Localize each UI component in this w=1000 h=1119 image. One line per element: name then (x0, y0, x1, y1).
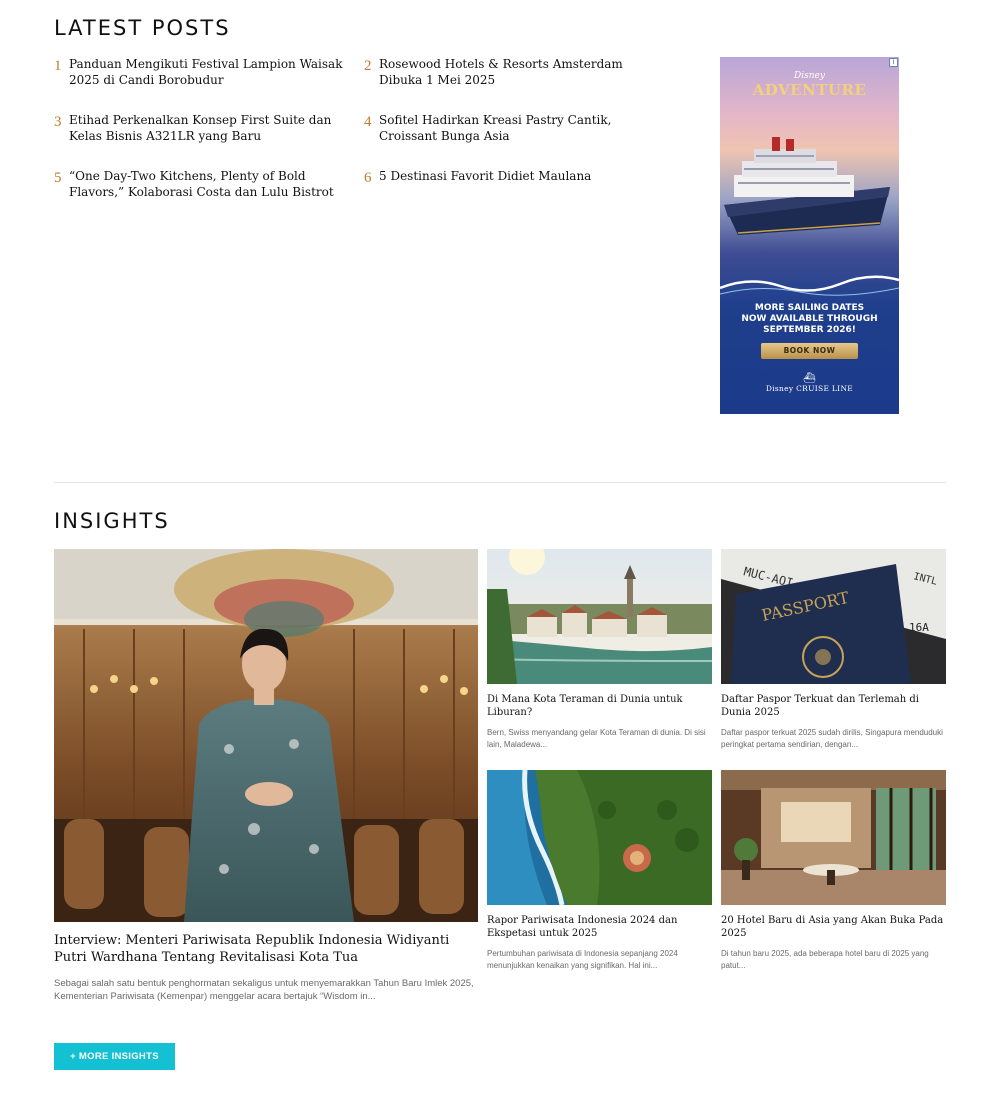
post-title-link[interactable]: 5 Destinasi Favorit Didiet Maulana (379, 169, 591, 183)
latest-post-item[interactable]: 3 Etihad Perkenalkan Konsep First Suite … (54, 112, 354, 144)
card-title[interactable]: Di Mana Kota Teraman di Dunia untuk Libu… (487, 693, 712, 719)
ship-logo-icon: ⛴ (803, 373, 816, 384)
post-title-link[interactable]: Sofitel Hadirkan Kreasi Pastry Cantik, C… (379, 113, 611, 143)
ad-headline: MORE SAILING DATES NOW AVAILABLE THROUGH… (720, 303, 899, 336)
latest-post-item[interactable]: 5 “One Day-Two Kitchens, Plenty of Bold … (54, 168, 354, 200)
post-number: 3 (54, 114, 62, 130)
ticket-seat: 16A (909, 621, 929, 634)
ad-headline-line: NOW AVAILABLE THROUGH (741, 314, 878, 324)
cruise-line-name: Disney CRUISE LINE (765, 384, 854, 393)
advertisement-banner[interactable]: i Disney ADVENTURE MORE SAILING DATES NO… (720, 57, 899, 414)
post-number: 2 (364, 58, 372, 74)
card-title[interactable]: Rapor Pariwisata Indonesia 2024 dan Eksp… (487, 914, 712, 940)
latest-post-item[interactable]: 2 Rosewood Hotels & Resorts Amsterdam Di… (364, 56, 664, 88)
post-number: 1 (54, 58, 62, 74)
insights-heading: INSIGHTS (54, 509, 170, 533)
hero-article-excerpt: Sebagai salah satu bentuk penghormatan s… (54, 978, 474, 1002)
card-image[interactable] (487, 770, 712, 905)
latest-post-item[interactable]: 4 Sofitel Hadirkan Kreasi Pastry Cantik,… (364, 112, 664, 144)
card-image[interactable]: MUC-AOI INTL 16A PASSPORT (721, 549, 946, 684)
card-title[interactable]: Daftar Paspor Terkuat dan Terlemah di Du… (721, 693, 946, 719)
ad-info-icon[interactable]: i (889, 58, 898, 67)
post-title-link[interactable]: Panduan Mengikuti Festival Lampion Waisa… (69, 57, 342, 87)
section-divider (54, 482, 946, 483)
hero-article-title[interactable]: Interview: Menteri Pariwisata Republik I… (54, 932, 474, 966)
card-excerpt: Daftar paspor terkuat 2025 sudah dirilis… (721, 728, 943, 749)
insight-card[interactable]: Di Mana Kota Teraman di Dunia untuk Libu… (487, 549, 712, 751)
post-title-link[interactable]: Rosewood Hotels & Resorts Amsterdam Dibu… (379, 57, 623, 87)
post-number: 5 (54, 170, 62, 186)
latest-posts-heading: LATEST POSTS (54, 16, 231, 40)
cruise-ship-illustration (724, 137, 890, 235)
card-image[interactable] (721, 770, 946, 905)
hero-article-image[interactable] (54, 549, 478, 922)
latest-post-item[interactable]: 6 5 Destinasi Favorit Didiet Maulana (364, 168, 664, 187)
ad-headline-line: SEPTEMBER 2026! (763, 325, 856, 335)
more-insights-button[interactable]: + MORE INSIGHTS (54, 1043, 175, 1070)
post-number: 4 (364, 114, 372, 130)
hotel-interior-photo (721, 770, 946, 905)
ad-headline-line: MORE SAILING DATES (754, 303, 865, 313)
insight-card[interactable]: Rapor Pariwisata Indonesia 2024 dan Eksp… (487, 770, 712, 972)
post-title-link[interactable]: Etihad Perkenalkan Konsep First Suite da… (69, 113, 331, 143)
bern-city-photo (487, 549, 712, 684)
card-image[interactable] (487, 549, 712, 684)
ad-book-now-button[interactable]: BOOK NOW (761, 343, 858, 359)
bali-cliff-photo (487, 770, 712, 905)
latest-post-item[interactable]: 1 Panduan Mengikuti Festival Lampion Wai… (54, 56, 354, 88)
ad-brand: Disney ADVENTURE (720, 71, 899, 99)
card-excerpt: Bern, Swiss menyandang gelar Kota Terama… (487, 728, 706, 749)
insight-card[interactable]: 20 Hotel Baru di Asia yang Akan Buka Pad… (721, 770, 946, 972)
passport-photo: MUC-AOI INTL 16A PASSPORT (721, 549, 946, 684)
wave-decoration (720, 275, 899, 296)
card-title[interactable]: 20 Hotel Baru di Asia yang Akan Buka Pad… (721, 914, 946, 940)
hero-photo (54, 549, 478, 922)
card-excerpt: Pertumbuhan pariwisata di Indonesia sepa… (487, 949, 678, 970)
insight-card[interactable]: MUC-AOI INTL 16A PASSPORT Daftar Paspor … (721, 549, 946, 751)
post-number: 6 (364, 170, 372, 186)
card-excerpt: Di tahun baru 2025, ada beberapa hotel b… (721, 949, 929, 970)
cruise-line-logo: ⛴ Disney CRUISE LINE (720, 373, 899, 393)
ad-brand-big: ADVENTURE (752, 81, 867, 99)
ad-brand-small: Disney (794, 71, 825, 81)
post-title-link[interactable]: “One Day-Two Kitchens, Plenty of Bold Fl… (69, 169, 334, 199)
